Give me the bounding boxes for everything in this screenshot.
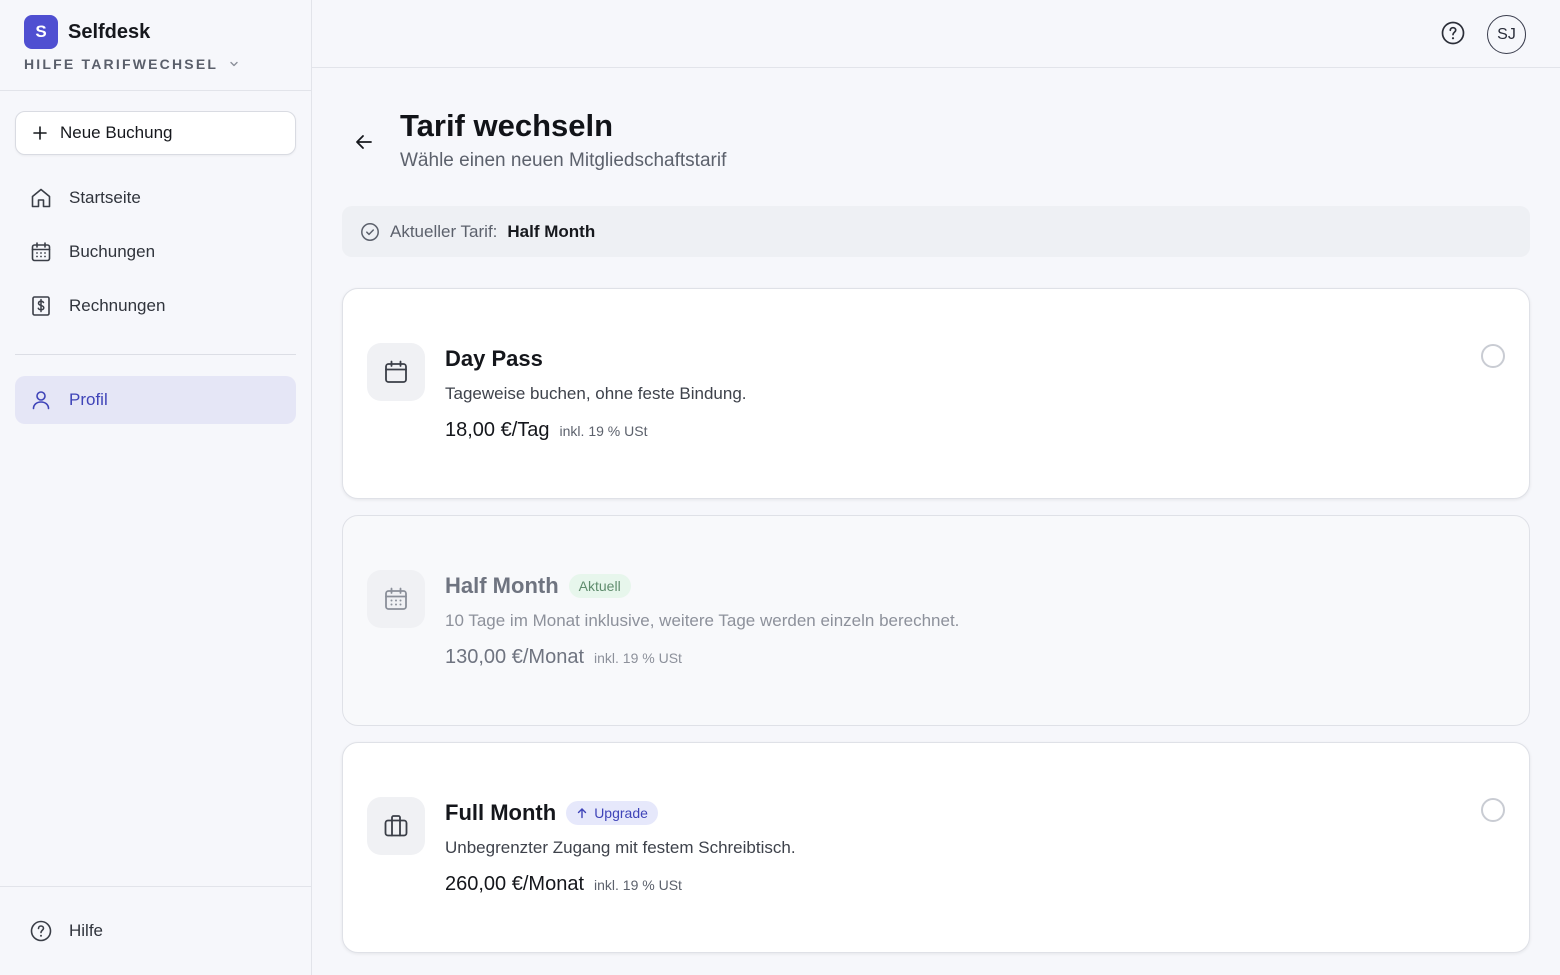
plan-name: Day Pass: [445, 346, 543, 371]
status-badge: Aktuell: [568, 574, 631, 598]
page-title: Tarif wechseln: [400, 108, 614, 143]
sidebar-item-label: Hilfe: [69, 921, 104, 940]
divider: [15, 354, 296, 355]
plan-price-row: 130,00 €/Monat inkl. 19 % USt: [445, 646, 682, 669]
plan-price: 130,00 €/Monat: [445, 646, 584, 668]
invoice-icon: [32, 296, 50, 316]
check-circle-icon: [361, 222, 379, 241]
sidebar-item-startseite[interactable]: Startseite: [15, 174, 296, 222]
plan-header: Full Month Upgrade: [445, 800, 658, 826]
current-plan-label: Aktueller Tarif:: [390, 221, 498, 241]
plan-card-full-month[interactable]: Full Month Upgrade Unbegrenzter Zugang m…: [342, 742, 1530, 953]
sidebar-item-label: Rechnungen: [69, 296, 166, 315]
calendar-icon: [31, 242, 51, 262]
home-icon: [31, 188, 51, 208]
sidebar-item-label: Profil: [69, 390, 108, 409]
brand[interactable]: S Selfdesk: [24, 15, 150, 49]
sidebar: S Selfdesk HILFE TARIFWECHSEL Neue Buchu…: [0, 0, 312, 975]
new-booking-button[interactable]: Neue Buchung: [15, 111, 296, 155]
plus-icon: [33, 126, 47, 140]
avatar[interactable]: SJ: [1487, 15, 1526, 54]
topbar: SJ: [312, 0, 1560, 68]
arrow-up-icon: [577, 808, 587, 819]
plan-name: Half Month: [445, 573, 559, 598]
current-plan-banner: Aktueller Tarif: Half Month: [342, 206, 1530, 257]
plan-name: Full Month: [445, 800, 557, 825]
divider: [0, 90, 311, 91]
chevron-down-icon: [230, 61, 238, 67]
plan-price: 18,00 €/Tag: [445, 419, 550, 441]
plan-radio[interactable]: [1481, 344, 1505, 368]
calendar-icon: [367, 343, 425, 401]
current-plan-value: Half Month: [507, 221, 596, 241]
sidebar-item-profil[interactable]: Profil: [15, 376, 296, 424]
sidebar-item-hilfe[interactable]: Hilfe: [15, 907, 296, 955]
plan-price-row: 260,00 €/Monat inkl. 19 % USt: [445, 873, 682, 896]
workspace-label: HILFE TARIFWECHSEL: [24, 56, 219, 72]
page-subtitle: Wähle einen neuen Mitgliedschaftstarif: [400, 150, 727, 171]
plan-description: Tageweise buchen, ohne feste Bindung.: [445, 384, 747, 403]
upgrade-badge: Upgrade: [566, 801, 658, 825]
sidebar-item-buchungen[interactable]: Buchungen: [15, 228, 296, 276]
calendar-days-icon: [367, 570, 425, 628]
plan-radio[interactable]: [1481, 798, 1505, 822]
plan-price-row: 18,00 €/Tag inkl. 19 % USt: [445, 419, 647, 442]
plan-tax-note: inkl. 19 % USt: [559, 423, 648, 439]
brand-name: Selfdesk: [68, 20, 151, 43]
user-icon: [32, 391, 50, 410]
plan-card-half-month: Half Month Aktuell 10 Tage im Monat inkl…: [342, 515, 1530, 726]
sidebar-item-label: Buchungen: [69, 242, 156, 261]
help-circle-icon: [30, 920, 52, 942]
workspace-switcher[interactable]: HILFE TARIFWECHSEL: [24, 56, 240, 72]
plan-header: Half Month Aktuell: [445, 573, 631, 599]
plan-description: 10 Tage im Monat inklusive, weitere Tage…: [445, 611, 960, 630]
sidebar-item-rechnungen[interactable]: Rechnungen: [15, 282, 296, 330]
upgrade-badge-label: Upgrade: [594, 805, 648, 821]
briefcase-icon: [367, 797, 425, 855]
plan-header: Day Pass: [445, 346, 543, 372]
plan-description: Unbegrenzter Zugang mit festem Schreibti…: [445, 838, 796, 857]
arrow-left-icon[interactable]: [352, 130, 376, 154]
brand-logo: S: [24, 15, 58, 49]
plan-tax-note: inkl. 19 % USt: [594, 877, 682, 893]
divider: [0, 886, 311, 887]
plan-card-day-pass[interactable]: Day Pass Tageweise buchen, ohne feste Bi…: [342, 288, 1530, 499]
plan-price: 260,00 €/Monat: [445, 873, 584, 895]
help-circle-icon[interactable]: [1440, 20, 1466, 46]
sidebar-item-label: Startseite: [69, 188, 141, 207]
plan-tax-note: inkl. 19 % USt: [594, 650, 682, 666]
new-booking-label: Neue Buchung: [60, 123, 173, 142]
